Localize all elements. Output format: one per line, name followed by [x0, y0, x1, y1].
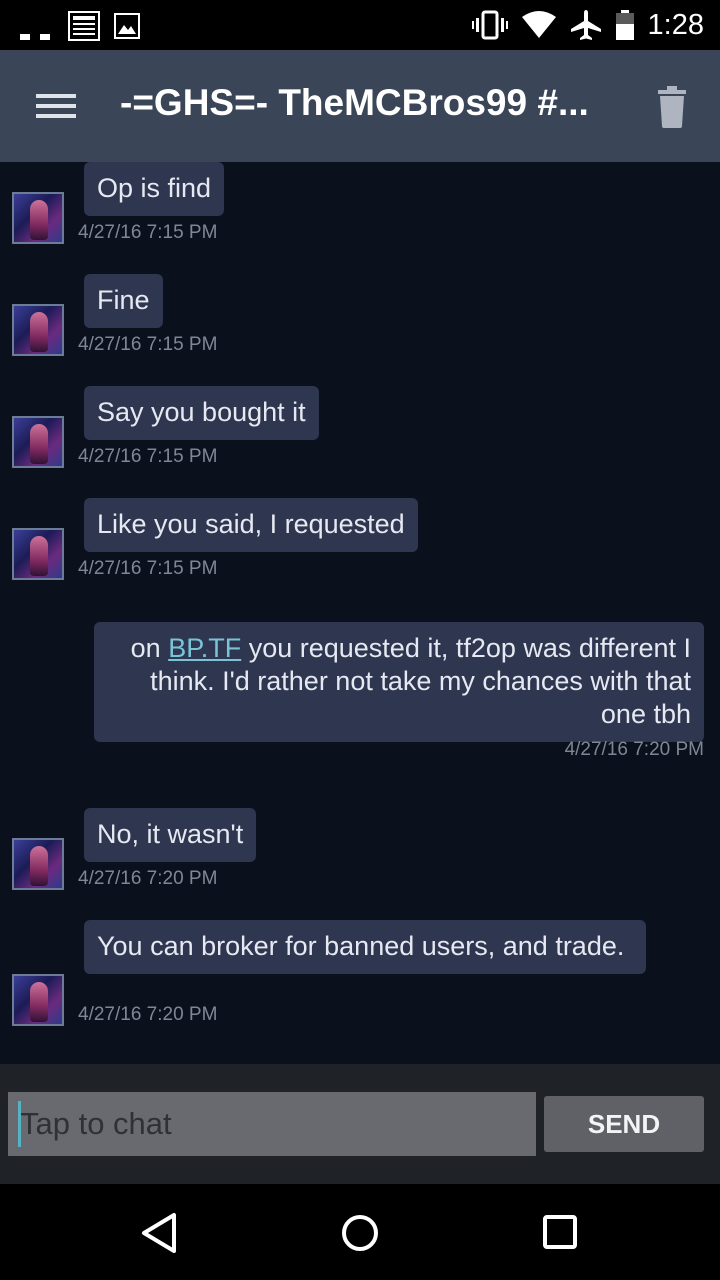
home-icon[interactable] [333, 1206, 387, 1260]
message-bubble[interactable]: on BP.TF you requested it, tf2op was dif… [94, 622, 704, 742]
navigation-bar [0, 1184, 720, 1280]
news-icon [68, 11, 100, 41]
avatar[interactable] [12, 192, 64, 244]
vibrate-icon [471, 10, 508, 40]
hamburger-menu-icon[interactable] [24, 84, 88, 128]
airplane-icon [570, 10, 601, 40]
notification-icon [18, 10, 52, 40]
send-button[interactable]: SEND [544, 1096, 704, 1152]
composer-bar: SEND [0, 1064, 720, 1184]
message-bubble[interactable]: Fine [84, 274, 163, 328]
message-timestamp: 4/27/16 7:20 PM [78, 1004, 218, 1025]
message-bubble[interactable]: You can broker for banned users, and tra… [84, 920, 646, 974]
battery-icon [615, 10, 634, 40]
message-link[interactable]: BP.TF [168, 633, 241, 663]
avatar[interactable] [12, 416, 64, 468]
message-bubble[interactable]: Say you bought it [84, 386, 319, 440]
back-icon[interactable] [134, 1206, 188, 1260]
message-bubble[interactable]: No, it wasn't [84, 808, 257, 862]
app-bar: -=GHS=- TheMCBros99 #... [0, 50, 720, 162]
image-icon [114, 13, 140, 39]
avatar[interactable] [12, 304, 64, 356]
avatar[interactable] [12, 838, 64, 890]
wifi-icon [521, 11, 556, 38]
message-timestamp: 4/27/16 7:15 PM [78, 558, 218, 579]
trash-icon[interactable] [648, 84, 696, 132]
recents-icon[interactable] [533, 1206, 587, 1260]
text-cursor [18, 1101, 21, 1147]
message-timestamp: 4/27/16 7:15 PM [78, 446, 218, 467]
message-timestamp: 4/27/16 7:15 PM [78, 222, 218, 243]
message-timestamp: 4/27/16 7:20 PM [78, 868, 218, 889]
message-timestamp: 4/27/16 7:20 PM [564, 739, 704, 760]
avatar[interactable] [12, 528, 64, 580]
chat-input[interactable] [8, 1092, 536, 1156]
avatar[interactable] [12, 974, 64, 1026]
clock: 1:28 [647, 8, 704, 41]
message-timestamp: 4/27/16 7:15 PM [78, 334, 218, 355]
message-bubble[interactable]: Like you said, I requested [84, 498, 418, 552]
message-text: on [130, 633, 169, 663]
message-list[interactable]: Op is find 4/27/16 7:15 PM Fine 4/27/16 … [0, 162, 720, 1064]
message-bubble[interactable]: Op is find [84, 162, 225, 216]
chat-title: -=GHS=- TheMCBros99 #... [120, 82, 589, 123]
status-bar: 1:28 [0, 0, 720, 50]
